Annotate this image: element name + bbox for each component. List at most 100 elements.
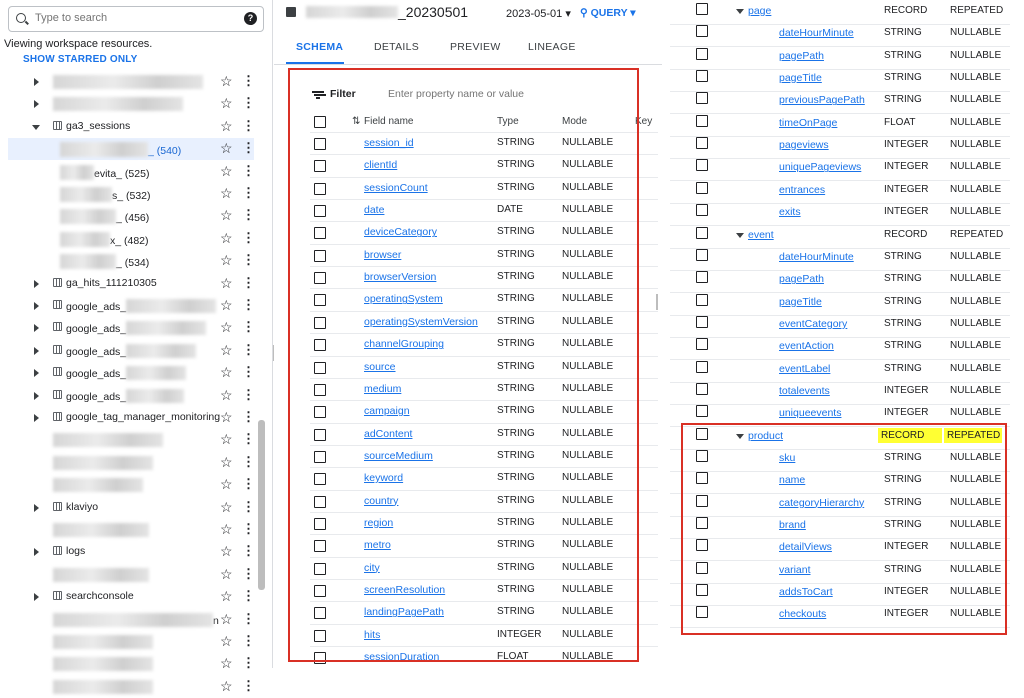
tree-item[interactable]: ☆ ⋮: [8, 71, 255, 93]
star-icon[interactable]: ☆: [220, 611, 233, 628]
star-icon[interactable]: ☆: [220, 185, 233, 202]
expand-icon[interactable]: [34, 548, 39, 557]
expand-icon[interactable]: [34, 593, 39, 602]
tree-item[interactable]: evita_ (525) ☆ ⋮: [8, 161, 255, 183]
star-icon[interactable]: ☆: [220, 655, 233, 672]
expand-icon[interactable]: [34, 279, 39, 288]
row-checkbox[interactable]: [696, 114, 708, 127]
row-checkbox[interactable]: [696, 137, 708, 150]
more-options-icon[interactable]: ⋮: [242, 521, 255, 537]
star-icon[interactable]: ☆: [220, 678, 233, 695]
tree-item[interactable]: google_ads_ ☆ ⋮: [8, 362, 255, 384]
star-icon[interactable]: ☆: [220, 118, 233, 135]
row-checkbox[interactable]: [696, 47, 708, 60]
more-options-icon[interactable]: ⋮: [242, 140, 255, 156]
tree-item[interactable]: ☆ ⋮: [8, 452, 255, 474]
more-options-icon[interactable]: ⋮: [242, 678, 255, 694]
collapse-icon[interactable]: [736, 9, 744, 14]
tab-schema[interactable]: SCHEMA: [296, 41, 343, 53]
tab-preview[interactable]: PREVIEW: [450, 41, 501, 53]
row-checkbox[interactable]: [696, 315, 708, 328]
expand-icon[interactable]: [34, 324, 39, 333]
row-checkbox[interactable]: [696, 405, 708, 418]
tree-item[interactable]: ☆ ⋮: [8, 519, 255, 541]
more-options-icon[interactable]: ⋮: [242, 342, 255, 358]
tree-item[interactable]: google_tag_manager_monitoring ☆ ⋮: [8, 407, 255, 429]
tree-item[interactable]: ☆ ⋮: [8, 653, 255, 675]
star-icon[interactable]: ☆: [220, 95, 233, 112]
star-icon[interactable]: ☆: [220, 207, 233, 224]
row-checkbox[interactable]: [696, 181, 708, 194]
row-checkbox[interactable]: [696, 25, 708, 38]
more-options-icon[interactable]: ⋮: [242, 611, 255, 627]
field-name-link[interactable]: uniquePageviews: [779, 161, 861, 173]
field-name-link[interactable]: entrances: [779, 184, 825, 196]
more-options-icon[interactable]: ⋮: [242, 252, 255, 268]
field-name-link[interactable]: exits: [779, 206, 801, 218]
field-name-link[interactable]: previousPagePath: [779, 94, 865, 106]
tree-item[interactable]: google_ads_ ☆ ⋮: [8, 295, 255, 317]
field-name-link[interactable]: timeOnPage: [779, 117, 837, 129]
more-options-icon[interactable]: ⋮: [242, 566, 255, 582]
tree-item[interactable]: _ (534) ☆ ⋮: [8, 250, 255, 272]
star-icon[interactable]: ☆: [220, 319, 233, 336]
search-input[interactable]: [33, 11, 237, 25]
tree-item[interactable]: ga_hits_111210305 ☆ ⋮: [8, 273, 255, 295]
more-options-icon[interactable]: ⋮: [242, 185, 255, 201]
more-options-icon[interactable]: ⋮: [242, 655, 255, 671]
row-checkbox[interactable]: [696, 248, 708, 261]
star-icon[interactable]: ☆: [220, 342, 233, 359]
more-options-icon[interactable]: ⋮: [242, 118, 255, 134]
more-options-icon[interactable]: ⋮: [242, 588, 255, 604]
field-name-link[interactable]: pageTitle: [779, 72, 822, 84]
star-icon[interactable]: ☆: [220, 140, 233, 157]
help-icon[interactable]: ?: [244, 12, 257, 25]
tree-item[interactable]: ☆ ⋮: [8, 564, 255, 586]
star-icon[interactable]: ☆: [220, 521, 233, 538]
explorer-search[interactable]: ?: [8, 6, 264, 32]
star-icon[interactable]: ☆: [220, 633, 233, 650]
expand-icon[interactable]: [34, 100, 39, 109]
expand-icon[interactable]: [34, 302, 39, 310]
expand-icon[interactable]: [34, 414, 39, 422]
star-icon[interactable]: ☆: [220, 431, 233, 448]
more-options-icon[interactable]: ⋮: [242, 431, 255, 447]
tree-item[interactable]: google_ads_ ☆ ⋮: [8, 340, 255, 362]
row-checkbox[interactable]: [696, 3, 708, 15]
more-options-icon[interactable]: ⋮: [242, 364, 255, 380]
date-select[interactable]: 2023-05-01 ▾: [506, 7, 571, 20]
row-checkbox[interactable]: [696, 271, 708, 284]
show-starred-link[interactable]: SHOW STARRED ONLY: [23, 54, 138, 65]
more-options-icon[interactable]: ⋮: [242, 409, 255, 425]
tree-item[interactable]: searchconsole ☆ ⋮: [8, 586, 255, 608]
tree-item[interactable]: ☆ ⋮: [8, 676, 255, 698]
more-options-icon[interactable]: ⋮: [242, 319, 255, 335]
field-name-link[interactable]: pageTitle: [779, 296, 822, 308]
more-options-icon[interactable]: ⋮: [242, 387, 255, 403]
field-name-link[interactable]: pagePath: [779, 50, 824, 62]
more-options-icon[interactable]: ⋮: [242, 230, 255, 246]
tree-item[interactable]: _ (540) ☆ ⋮: [8, 138, 255, 161]
field-name-link[interactable]: eventLabel: [779, 363, 830, 375]
row-checkbox[interactable]: [696, 204, 708, 217]
more-options-icon[interactable]: ⋮: [242, 207, 255, 223]
tree-item[interactable]: x_ (482) ☆ ⋮: [8, 228, 255, 250]
more-options-icon[interactable]: ⋮: [242, 499, 255, 515]
star-icon[interactable]: ☆: [220, 409, 233, 426]
row-checkbox[interactable]: [696, 382, 708, 395]
star-icon[interactable]: ☆: [220, 275, 233, 292]
tree-item[interactable]: klaviyo ☆ ⋮: [8, 497, 255, 519]
more-options-icon[interactable]: ⋮: [242, 95, 255, 111]
record-name-link[interactable]: page: [748, 5, 771, 17]
star-icon[interactable]: ☆: [220, 387, 233, 404]
tab-details[interactable]: DETAILS: [374, 41, 419, 53]
expand-icon[interactable]: [34, 346, 39, 355]
query-button[interactable]: ⚲ QUERY ▾: [580, 7, 636, 19]
row-checkbox[interactable]: [696, 338, 708, 351]
row-checkbox[interactable]: [696, 70, 708, 83]
tree-item[interactable]: _ (456) ☆ ⋮: [8, 205, 255, 227]
row-checkbox[interactable]: [696, 360, 708, 373]
more-options-icon[interactable]: ⋮: [242, 73, 255, 89]
more-options-icon[interactable]: ⋮: [242, 476, 255, 492]
row-checkbox[interactable]: [696, 159, 708, 172]
